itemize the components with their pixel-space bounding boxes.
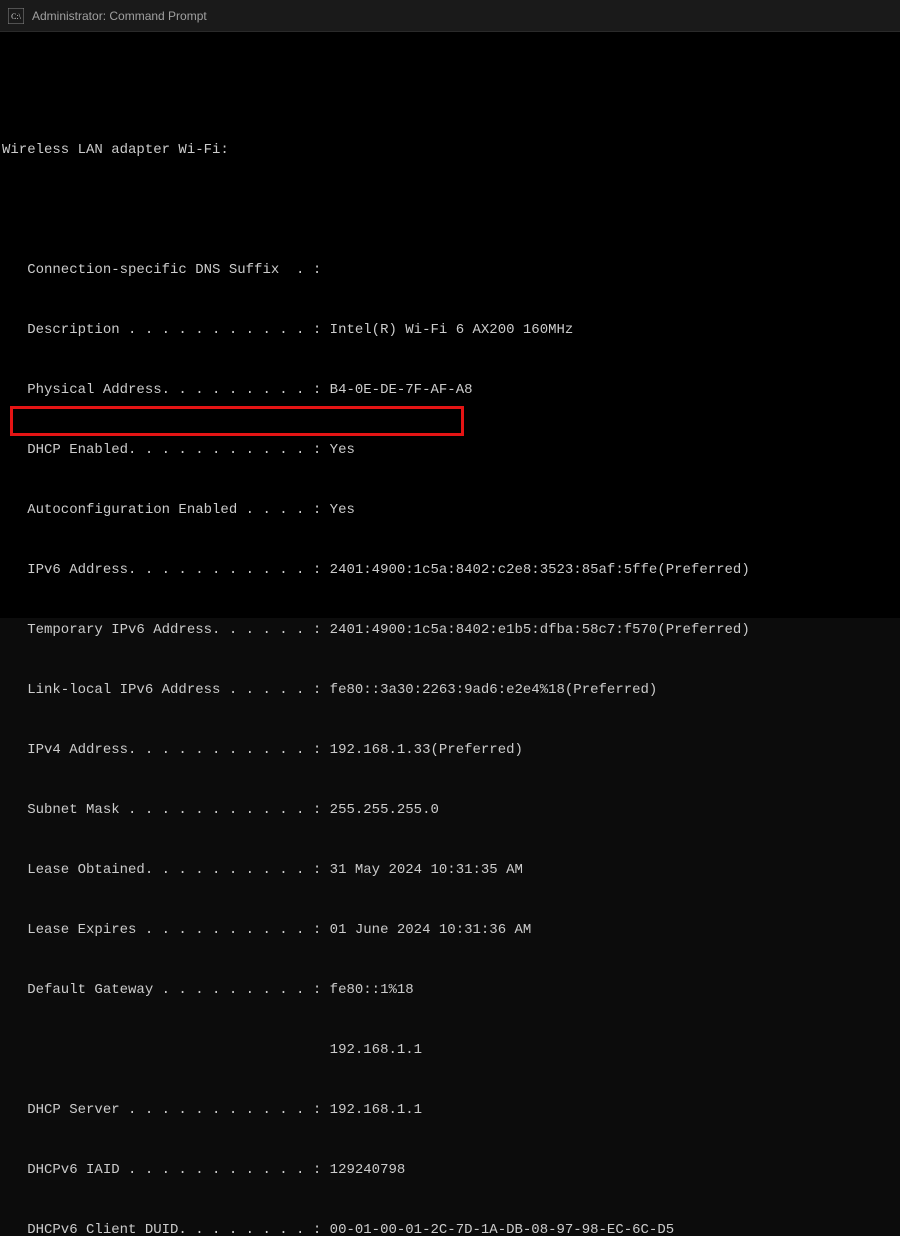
output-line: Temporary IPv6 Address. . . . . . : 2401… xyxy=(2,620,898,640)
highlight-annotation xyxy=(10,406,464,436)
adapter-header: Wireless LAN adapter Wi-Fi: xyxy=(2,140,898,160)
output-line: IPv6 Address. . . . . . . . . . . : 2401… xyxy=(2,560,898,580)
cmd-icon: C:\ xyxy=(8,8,24,24)
output-line: DHCP Enabled. . . . . . . . . . . : Yes xyxy=(2,440,898,460)
output-line: IPv4 Address. . . . . . . . . . . : 192.… xyxy=(2,740,898,760)
blank-line xyxy=(2,200,898,220)
output-line: Lease Expires . . . . . . . . . . : 01 J… xyxy=(2,920,898,940)
titlebar[interactable]: C:\ Administrator: Command Prompt xyxy=(0,0,900,32)
output-line: DHCPv6 Client DUID. . . . . . . . : 00-0… xyxy=(2,1220,898,1236)
output-line: Physical Address. . . . . . . . . : B4-0… xyxy=(2,380,898,400)
output-line: Default Gateway . . . . . . . . . : fe80… xyxy=(2,980,898,1000)
output-line: DHCPv6 IAID . . . . . . . . . . . : 1292… xyxy=(2,1160,898,1180)
output-line: Connection-specific DNS Suffix . : xyxy=(2,260,898,280)
output-line: Link-local IPv6 Address . . . . . : fe80… xyxy=(2,680,898,700)
output-line-dhcp-server: DHCP Server . . . . . . . . . . . : 192.… xyxy=(2,1100,898,1120)
output-line: 192.168.1.1 xyxy=(2,1040,898,1060)
terminal-output[interactable]: Wireless LAN adapter Wi-Fi: Connection-s… xyxy=(0,32,900,618)
output-line: Subnet Mask . . . . . . . . . . . : 255.… xyxy=(2,800,898,820)
output-line: Lease Obtained. . . . . . . . . . : 31 M… xyxy=(2,860,898,880)
svg-text:C:\: C:\ xyxy=(11,12,22,21)
output-line: Description . . . . . . . . . . . : Inte… xyxy=(2,320,898,340)
output-line: Autoconfiguration Enabled . . . . : Yes xyxy=(2,500,898,520)
window-title: Administrator: Command Prompt xyxy=(32,9,207,23)
